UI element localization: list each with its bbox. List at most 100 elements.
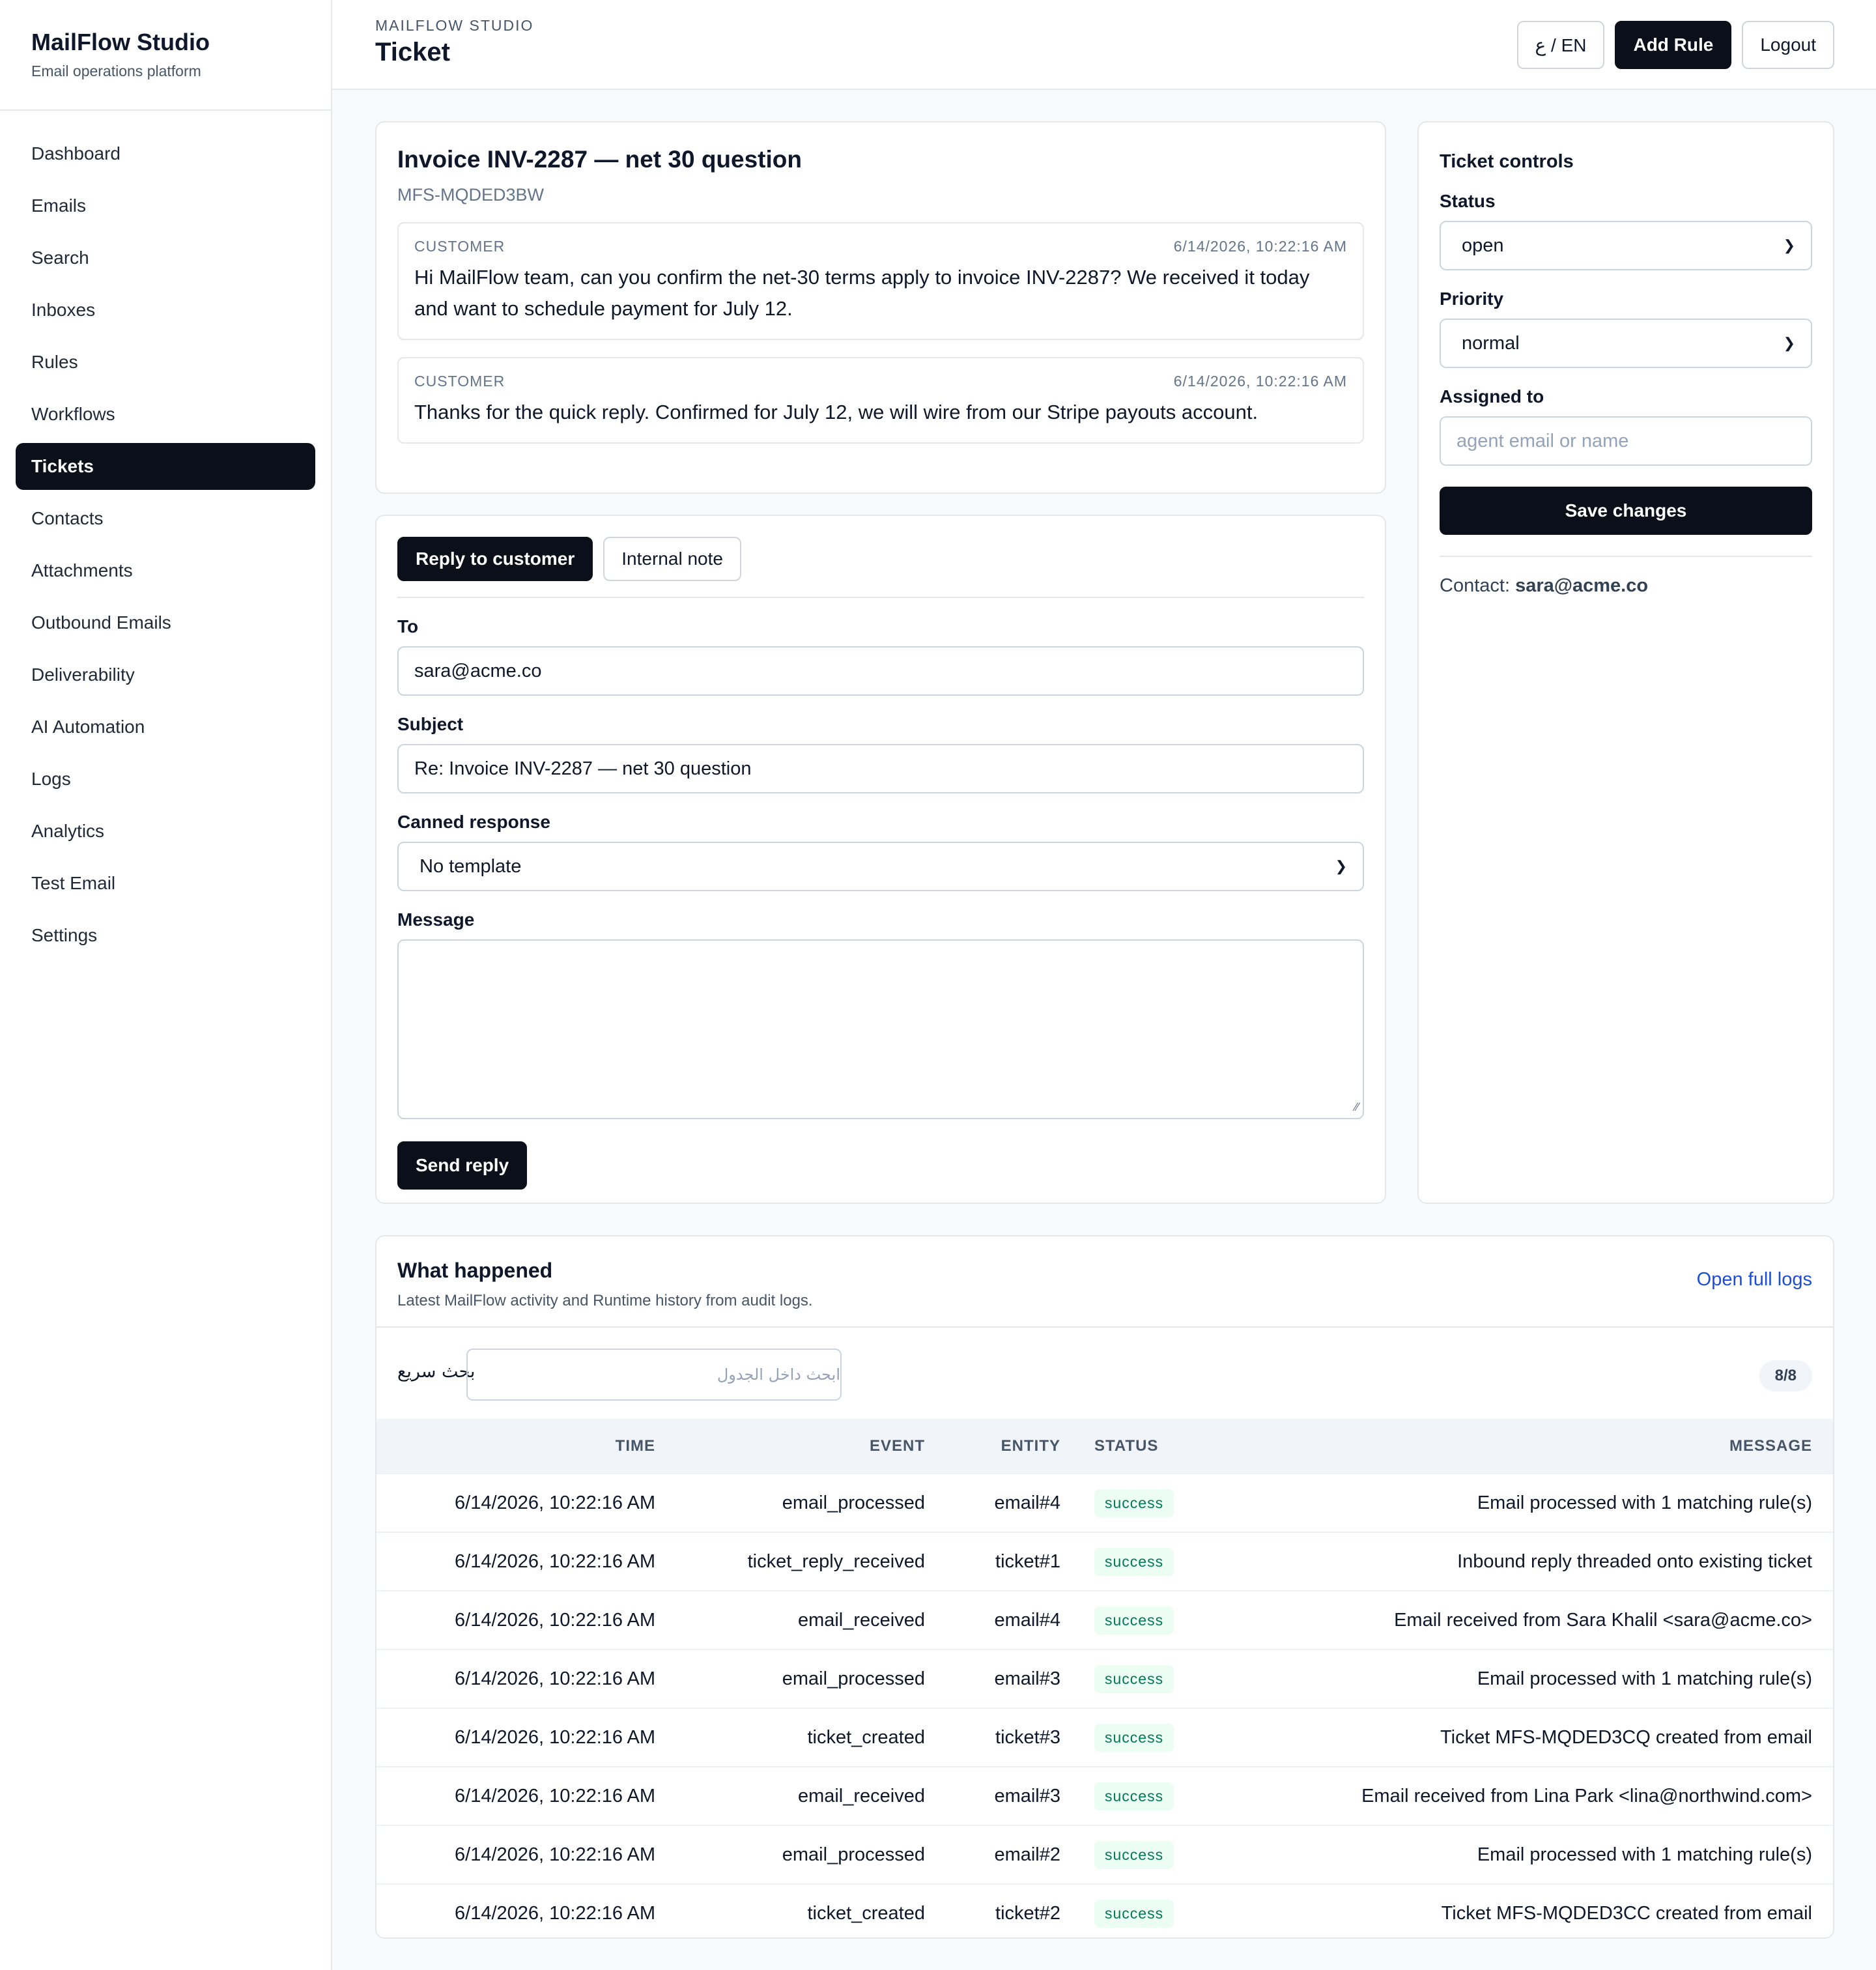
cell-entity: ticket#2 bbox=[946, 1883, 1081, 1943]
sidebar-item-tickets[interactable]: Tickets bbox=[16, 443, 315, 490]
message-body: Hi MailFlow team, can you confirm the ne… bbox=[414, 266, 1310, 320]
status-badge: success bbox=[1094, 1782, 1174, 1810]
column-header-time[interactable]: TIME bbox=[377, 1419, 676, 1474]
sidebar-item-workflows[interactable]: Workflows bbox=[16, 391, 315, 438]
language-toggle-button[interactable]: ع / EN bbox=[1516, 21, 1605, 69]
priority-select[interactable]: normal ❯ bbox=[1440, 319, 1812, 368]
activity-log-title: What happened bbox=[397, 1259, 553, 1282]
sidebar-item-ai-automation[interactable]: AI Automation bbox=[16, 704, 315, 750]
add-rule-button[interactable]: Add Rule bbox=[1615, 21, 1732, 69]
top-header: MAILFLOW STUDIO Ticket ع / EN Add Rule L… bbox=[332, 0, 1876, 90]
status-badge: success bbox=[1094, 1606, 1174, 1635]
sidebar-item-logs[interactable]: Logs bbox=[16, 756, 315, 803]
cell-message: Email received from Sara Khalil <sara@ac… bbox=[1231, 1590, 1833, 1649]
header-actions: ع / EN Add Rule Logout bbox=[1516, 21, 1834, 69]
sidebar-item-settings[interactable]: Settings bbox=[16, 912, 315, 959]
cell-message: Email processed with 1 matching rule(s) bbox=[1231, 1473, 1833, 1532]
sidebar-item-analytics[interactable]: Analytics bbox=[16, 808, 315, 855]
table-row: 6/14/2026, 10:22:16 AM email_processed ema… bbox=[377, 1649, 1833, 1708]
cell-entity: ticket#1 bbox=[946, 1532, 1081, 1591]
logout-button[interactable]: Logout bbox=[1742, 21, 1834, 69]
cell-time: 6/14/2026, 10:22:16 AM bbox=[377, 1883, 676, 1943]
sidebar-item-outbound-emails[interactable]: Outbound Emails bbox=[16, 599, 315, 646]
status-value: open bbox=[1462, 235, 1504, 256]
message-time: 6/14/2026, 10:22:16 AM bbox=[1173, 373, 1347, 390]
status-select[interactable]: open ❯ bbox=[1440, 221, 1812, 270]
sidebar-item-emails[interactable]: Emails bbox=[16, 182, 315, 229]
cell-status: success bbox=[1081, 1766, 1231, 1825]
tab-reply-to-customer[interactable]: Reply to customer bbox=[397, 537, 593, 581]
message-label: Message bbox=[397, 909, 475, 930]
activity-log-card: What happened Latest MailFlow activity a… bbox=[375, 1235, 1834, 1943]
canned-response-label: Canned response bbox=[397, 812, 550, 832]
column-header-entity[interactable]: ENTITY bbox=[946, 1419, 1081, 1474]
table-row: 6/14/2026, 10:22:16 AM email_processed ema… bbox=[377, 1825, 1833, 1884]
cell-entity: email#4 bbox=[946, 1473, 1081, 1532]
contact-info: Contact: sara@acme.co bbox=[1440, 575, 1812, 597]
status-badge: success bbox=[1094, 1547, 1174, 1576]
activity-log-header: What happened Latest MailFlow activity a… bbox=[377, 1236, 1833, 1328]
canned-response-select[interactable]: No template ❯ bbox=[397, 842, 1364, 891]
open-full-logs-link[interactable]: Open full logs bbox=[1697, 1269, 1812, 1291]
sidebar-item-dashboard[interactable]: Dashboard bbox=[16, 130, 315, 177]
row-count-badge: 8/8 bbox=[1759, 1360, 1812, 1392]
brand-title: MailFlow Studio bbox=[31, 29, 210, 55]
cell-status: success bbox=[1081, 1825, 1231, 1884]
assigned-to-field[interactable]: agent email or name bbox=[1440, 416, 1812, 466]
column-header-event[interactable]: EVENT bbox=[676, 1419, 946, 1474]
table-header-row: TIME EVENT ENTITY STATUS MESSAGE bbox=[377, 1419, 1833, 1474]
cell-event: email_received bbox=[676, 1590, 946, 1649]
divider bbox=[1440, 556, 1812, 557]
status-badge: success bbox=[1094, 1723, 1174, 1752]
cell-event: email_processed bbox=[676, 1649, 946, 1708]
column-header-message[interactable]: MESSAGE bbox=[1231, 1419, 1833, 1474]
brand-subtitle: Email operations platform bbox=[31, 63, 201, 79]
status-badge: success bbox=[1094, 1664, 1174, 1693]
ticket-controls-title: Ticket controls bbox=[1440, 151, 1574, 172]
status-badge: success bbox=[1094, 1840, 1174, 1869]
cell-status: success bbox=[1081, 1532, 1231, 1591]
tab-internal-note[interactable]: Internal note bbox=[603, 537, 741, 581]
resize-handle-icon[interactable]: ∕∕ bbox=[1355, 1100, 1359, 1114]
status-badge: success bbox=[1094, 1489, 1174, 1517]
column-header-status[interactable]: STATUS bbox=[1081, 1419, 1231, 1474]
chevron-down-icon: ❯ bbox=[1783, 335, 1795, 351]
message-body: Thanks for the quick reply. Confirmed fo… bbox=[414, 401, 1258, 423]
sidebar-item-test-email[interactable]: Test Email bbox=[16, 860, 315, 907]
cell-entity: ticket#3 bbox=[946, 1707, 1081, 1767]
sidebar-item-deliverability[interactable]: Deliverability bbox=[16, 651, 315, 698]
cell-entity: email#2 bbox=[946, 1825, 1081, 1884]
table-search-input[interactable]: ابحث داخل الجدول bbox=[466, 1349, 842, 1401]
header-eyebrow: MAILFLOW STUDIO bbox=[375, 17, 534, 34]
brand: MailFlow Studio Email operations platfor… bbox=[0, 0, 331, 111]
cell-time: 6/14/2026, 10:22:16 AM bbox=[377, 1590, 676, 1649]
sidebar-item-search[interactable]: Search bbox=[16, 235, 315, 281]
cell-entity: email#3 bbox=[946, 1766, 1081, 1825]
cell-entity: email#3 bbox=[946, 1649, 1081, 1708]
sidebar-item-inboxes[interactable]: Inboxes bbox=[16, 287, 315, 334]
message-textarea[interactable]: ∕∕ bbox=[397, 939, 1364, 1119]
message-time: 6/14/2026, 10:22:16 AM bbox=[1173, 238, 1347, 255]
ticket-id: MFS-MQDED3BW bbox=[397, 185, 544, 205]
chevron-down-icon: ❯ bbox=[1783, 237, 1795, 253]
cell-event: ticket_created bbox=[676, 1707, 946, 1767]
subject-field[interactable]: Re: Invoice INV-2287 — net 30 question bbox=[397, 744, 1364, 793]
cell-message: Email received from Lina Park <lina@nort… bbox=[1231, 1766, 1833, 1825]
activity-log-subtitle: Latest MailFlow activity and Runtime his… bbox=[397, 1292, 813, 1309]
ticket-title: Invoice INV-2287 — net 30 question bbox=[397, 146, 802, 173]
reply-form-card: Reply to customer Internal note To sara@… bbox=[375, 515, 1386, 1204]
send-reply-button[interactable]: Send reply bbox=[397, 1141, 528, 1190]
cell-status: success bbox=[1081, 1590, 1231, 1649]
cell-entity: email#4 bbox=[946, 1590, 1081, 1649]
cell-time: 6/14/2026, 10:22:16 AM bbox=[377, 1707, 676, 1767]
sidebar-item-attachments[interactable]: Attachments bbox=[16, 547, 315, 594]
sidebar-nav: Dashboard Emails Search Inboxes Rules Workflo… bbox=[0, 111, 331, 984]
save-changes-button[interactable]: Save changes bbox=[1440, 487, 1812, 535]
sidebar-item-contacts[interactable]: Contacts bbox=[16, 495, 315, 542]
sidebar-item-rules[interactable]: Rules bbox=[16, 339, 315, 386]
table-row: 6/14/2026, 10:22:16 AM email_received emai… bbox=[377, 1766, 1833, 1825]
to-label: To bbox=[397, 616, 419, 636]
to-field[interactable]: sara@acme.co bbox=[397, 646, 1364, 696]
table-row: 6/14/2026, 10:22:16 AM email_received emai… bbox=[377, 1590, 1833, 1649]
message-author: CUSTOMER bbox=[414, 238, 505, 255]
